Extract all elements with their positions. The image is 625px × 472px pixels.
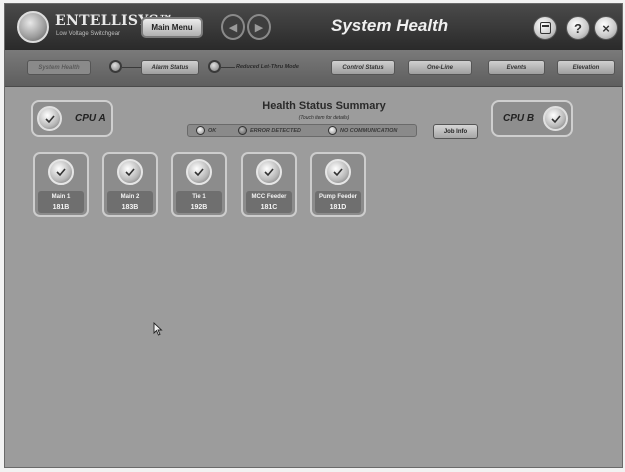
rlt-indicator-icon — [208, 60, 221, 73]
device-code: 192B — [190, 204, 208, 211]
job-info-button[interactable]: Job Info — [433, 124, 478, 139]
legend-ok: OK — [196, 126, 216, 135]
device-code: 183B — [121, 204, 139, 211]
help-button[interactable]: ? — [566, 16, 590, 40]
legend-no-comm: NO COMMUNICATION — [328, 126, 397, 135]
legend-error: ERROR DETECTED — [238, 126, 301, 135]
device-code: 181D — [329, 204, 347, 211]
nav-one-line-button[interactable]: One-Line — [408, 60, 472, 75]
nav-alarm-status-button[interactable]: Alarm Status — [141, 60, 199, 75]
no-comm-status-icon — [328, 126, 337, 135]
legend-error-label: ERROR DETECTED — [250, 127, 302, 134]
calendar-icon — [539, 22, 551, 34]
main-menu-button[interactable]: Main Menu — [141, 17, 203, 38]
ok-status-icon — [196, 126, 205, 135]
cpu-b-panel[interactable]: CPU B — [491, 100, 573, 137]
device-name: MCC Feeder — [251, 194, 287, 200]
title-bar: ENTELLISYS™ Low Voltage Switchgear Main … — [5, 4, 622, 50]
device-name: Main 1 — [51, 194, 71, 200]
check-icon — [117, 159, 143, 185]
cpu-a-label: CPU A — [75, 113, 106, 124]
nav-elevation-button[interactable]: Elevation — [557, 60, 615, 75]
check-icon — [543, 106, 568, 131]
device-name: Main 2 — [120, 194, 140, 200]
hmi-screen: ENTELLISYS™ Low Voltage Switchgear Main … — [4, 3, 623, 468]
nav-control-status-button[interactable]: Control Status — [331, 60, 395, 75]
nav-events-button[interactable]: Events — [488, 60, 545, 75]
ge-logo — [17, 11, 49, 43]
device-tile-main-2[interactable]: Main 2 183B — [102, 152, 158, 217]
check-icon — [37, 106, 62, 131]
device-tile-main-1[interactable]: Main 1 181B — [33, 152, 89, 217]
connector-line — [122, 67, 141, 68]
nav-system-health-button[interactable]: System Health — [27, 60, 91, 75]
device-tile-tie-1[interactable]: Tie 1 192B — [171, 152, 227, 217]
device-tile-pump-feeder[interactable]: Pump Feeder 181D — [310, 152, 366, 217]
summary-title: Health Status Summary — [262, 100, 386, 112]
alarm-indicator-icon — [109, 60, 122, 73]
page-title: System Health — [331, 16, 449, 35]
connector-line — [221, 67, 235, 68]
legend-ok-label: OK — [208, 127, 217, 134]
device-tile-mcc-feeder[interactable]: MCC Feeder 181C — [241, 152, 297, 217]
legend-no-comm-label: NO COMMUNICATION — [340, 127, 398, 134]
check-icon — [48, 159, 74, 185]
reduced-let-thru-label[interactable]: Reduced Let-Thru Mode — [236, 64, 299, 70]
close-button[interactable]: × — [594, 16, 618, 40]
status-legend: OK ERROR DETECTED NO COMMUNICATION — [187, 124, 417, 137]
back-arrow-icon[interactable]: ◀ — [221, 14, 245, 40]
check-icon — [186, 159, 212, 185]
brand-subtitle: Low Voltage Switchgear — [56, 31, 121, 37]
calendar-button[interactable] — [533, 16, 557, 40]
mouse-pointer-icon — [153, 322, 163, 336]
forward-arrow-icon[interactable]: ▶ — [247, 14, 271, 40]
device-code: 181C — [260, 204, 278, 211]
cpu-a-panel[interactable]: CPU A — [31, 100, 113, 137]
device-name: Tie 1 — [192, 194, 206, 200]
check-icon — [256, 159, 282, 185]
check-icon — [325, 159, 351, 185]
error-status-icon — [238, 126, 247, 135]
device-code: 181B — [52, 204, 70, 211]
cpu-b-label: CPU B — [503, 113, 535, 124]
summary-subtitle: (Touch item for details) — [298, 115, 350, 121]
navigation-bar: System Health Alarm Status Reduced Let-T… — [5, 50, 622, 87]
device-name: Pump Feeder — [318, 194, 357, 200]
